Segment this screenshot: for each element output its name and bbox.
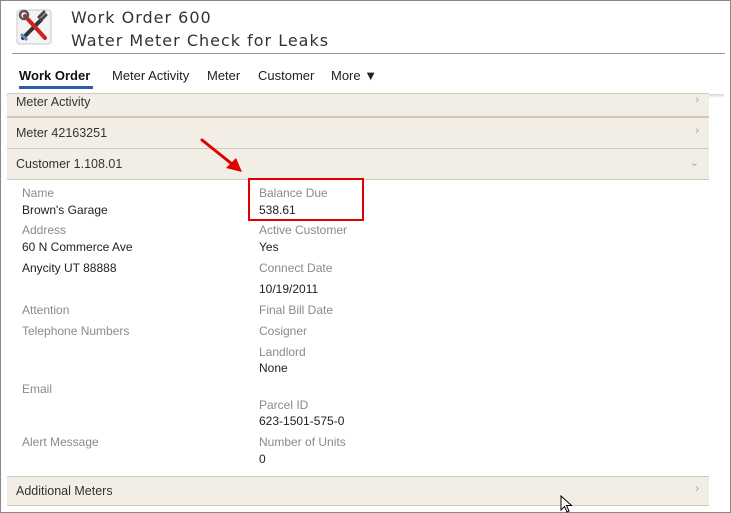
section-label: Additional Meters: [16, 484, 113, 498]
chevron-down-icon: ⌄: [689, 157, 699, 169]
balance-highlight-box: [248, 178, 364, 221]
active-customer-value: Yes: [259, 240, 279, 254]
section-label: Meter 42163251: [16, 126, 108, 140]
section-customer[interactable]: Customer 1.108.01 ⌄: [7, 148, 709, 180]
section-meter[interactable]: Meter 42163251 ›: [7, 117, 709, 149]
parcel-id-value: 623-1501-575-0: [259, 414, 345, 428]
mouse-cursor-icon: [560, 495, 573, 513]
active-customer-label: Active Customer: [259, 223, 348, 237]
parcel-id-label: Parcel ID: [259, 398, 309, 412]
telephone-label: Telephone Numbers: [22, 324, 130, 338]
landlord-label: Landlord: [259, 345, 306, 359]
alert-message-label: Alert Message: [22, 435, 99, 449]
connect-date-value: 10/19/2011: [259, 282, 319, 296]
section-label: Meter Activity: [16, 95, 91, 109]
active-tab-indicator: [19, 86, 93, 89]
email-label: Email: [22, 382, 53, 396]
work-order-subtitle: Water Meter Check for Leaks: [71, 31, 330, 50]
cosigner-label: Cosigner: [259, 324, 308, 338]
section-additional-meters[interactable]: Additional Meters ›: [7, 476, 709, 506]
connect-date-label: Connect Date: [259, 261, 333, 275]
tab-work-order[interactable]: Work Order: [19, 68, 90, 83]
chevron-right-icon: ›: [695, 94, 699, 106]
tab-more[interactable]: More ▼: [331, 68, 377, 83]
address-line1: 60 N Commerce Ave: [22, 240, 133, 254]
final-bill-date-label: Final Bill Date: [259, 303, 334, 317]
name-value: Brown's Garage: [22, 203, 108, 217]
work-order-title: Work Order 600: [71, 8, 212, 27]
chevron-right-icon: ›: [695, 483, 699, 495]
section-label: Customer 1.108.01: [16, 157, 123, 171]
tab-customer[interactable]: Customer: [258, 68, 314, 83]
number-of-units-label: Number of Units: [259, 435, 346, 449]
name-label: Name: [22, 186, 55, 200]
address-label: Address: [22, 223, 67, 237]
number-of-units-value: 0: [259, 452, 266, 466]
tools-icon: [16, 9, 52, 45]
header-divider: [12, 53, 725, 54]
address-line2: Anycity UT 88888: [22, 261, 117, 275]
tab-meter[interactable]: Meter: [207, 68, 240, 83]
section-meter-activity[interactable]: Meter Activity ›: [7, 93, 709, 117]
annotation-arrow-icon: [200, 138, 242, 172]
landlord-value: None: [259, 361, 288, 375]
chevron-right-icon: ›: [695, 125, 699, 137]
attention-label: Attention: [22, 303, 70, 317]
tab-meter-activity[interactable]: Meter Activity: [112, 68, 189, 83]
